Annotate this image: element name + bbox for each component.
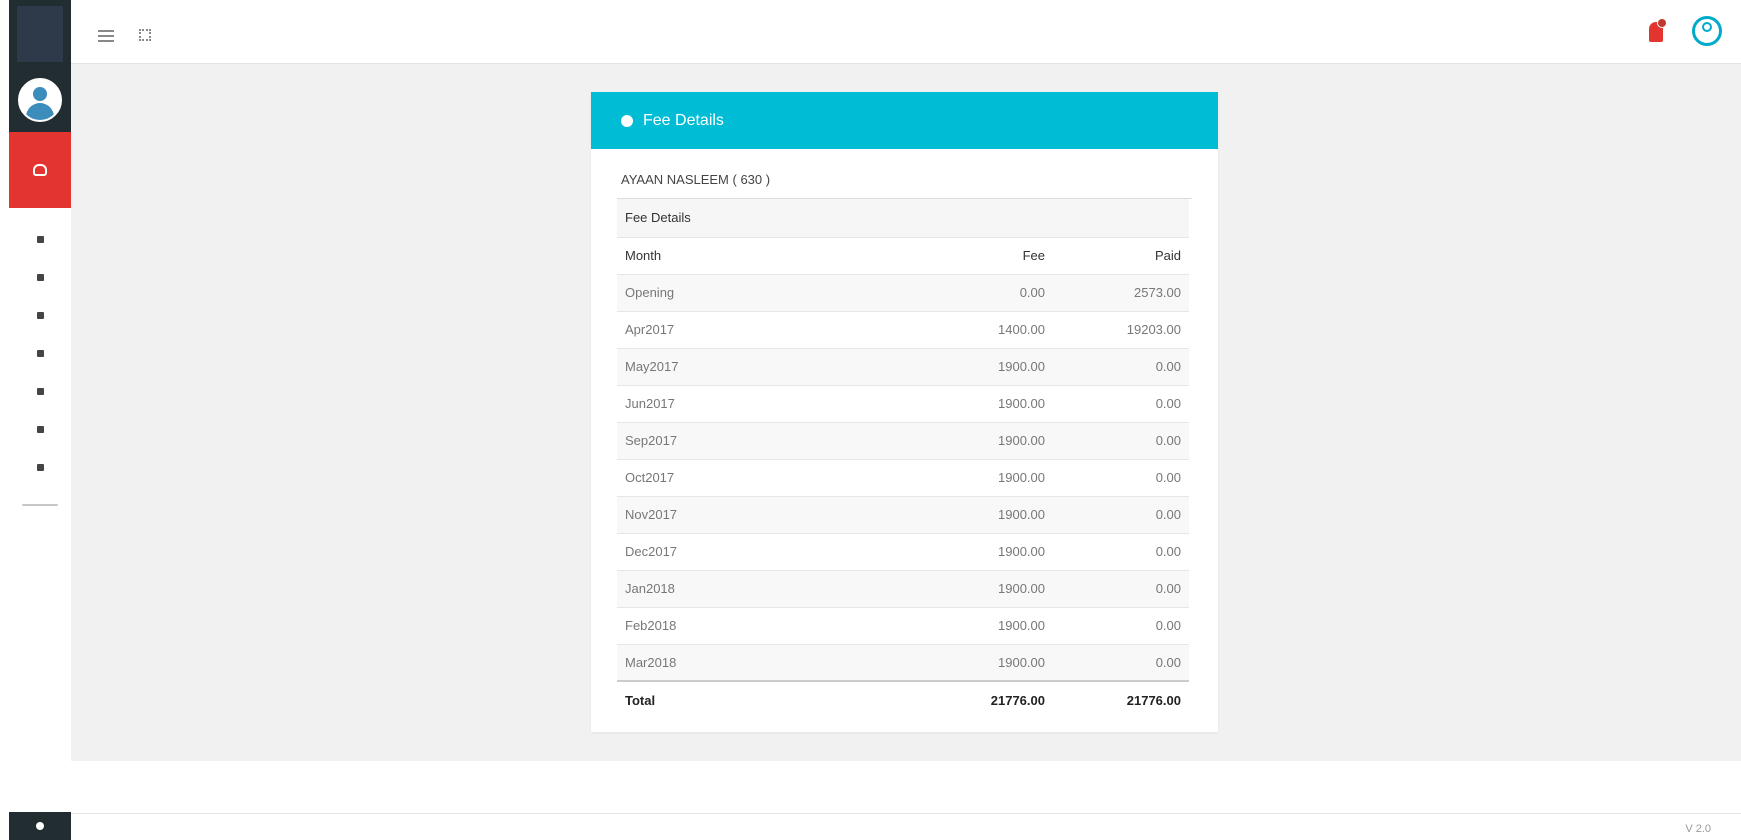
card-title: Fee Details xyxy=(643,111,724,129)
total-paid: 21776.00 xyxy=(1053,680,1189,718)
table-row: Opening 0.00 2573.00 xyxy=(617,274,1189,312)
cell-paid: 0.00 xyxy=(1053,570,1189,608)
fee-rows: Opening 0.00 2573.00 Apr2017 1400.00 19203.00… xyxy=(617,274,1189,682)
sidebar-item-7[interactable] xyxy=(9,448,71,486)
fee-details-card: Fee Details AYAAN NASLEEM ( 630 ) Fee De… xyxy=(591,92,1218,732)
cell-paid: 0.00 xyxy=(1053,607,1189,645)
main-content: Fee Details AYAAN NASLEEM ( 630 ) Fee De… xyxy=(71,64,1741,761)
cell-fee: 1900.00 xyxy=(917,459,1053,497)
cell-paid: 0.00 xyxy=(1053,385,1189,423)
logo-image xyxy=(17,6,63,62)
fee-table: Fee Details Month Fee Paid Opening 0.00 25… xyxy=(617,199,1189,718)
card-header: Fee Details xyxy=(591,92,1218,149)
cell-paid: 0.00 xyxy=(1053,348,1189,386)
cell-fee: 1900.00 xyxy=(917,422,1053,460)
cell-month: May2017 xyxy=(617,348,917,386)
cell-month: Feb2018 xyxy=(617,607,917,645)
sidebar-item-5[interactable] xyxy=(9,372,71,410)
cell-month: Opening xyxy=(617,274,917,312)
cell-fee: 1900.00 xyxy=(917,570,1053,608)
table-row: Sep2017 1900.00 0.00 xyxy=(617,422,1189,460)
list-icon xyxy=(36,311,44,319)
sidebar-user-panel[interactable] xyxy=(9,68,71,132)
footer: V 2.0 xyxy=(71,761,1741,840)
sidebar-logo[interactable] xyxy=(9,0,71,68)
version-label: V 2.0 xyxy=(1685,823,1711,835)
cell-paid: 0.00 xyxy=(1053,459,1189,497)
notification-badge xyxy=(1657,18,1667,28)
cell-fee: 1900.00 xyxy=(917,348,1053,386)
table-row: Mar2018 1900.00 0.00 xyxy=(617,644,1189,682)
sidebar-item-6[interactable] xyxy=(9,410,71,448)
total-row: Total 21776.00 21776.00 xyxy=(617,680,1189,718)
star-icon xyxy=(36,463,44,471)
sidebar-item-2[interactable] xyxy=(9,258,71,296)
table-row: Jun2017 1900.00 0.00 xyxy=(617,385,1189,423)
cell-fee: 1400.00 xyxy=(917,311,1053,349)
sidebar-menu xyxy=(9,220,71,524)
cell-month: Mar2018 xyxy=(617,644,917,682)
cell-month: Nov2017 xyxy=(617,496,917,534)
sidebar-item-3[interactable] xyxy=(9,296,71,334)
cell-fee: 1900.00 xyxy=(917,496,1053,534)
globe-icon xyxy=(36,387,44,395)
table-row: Oct2017 1900.00 0.00 xyxy=(617,459,1189,497)
table-row: Apr2017 1400.00 19203.00 xyxy=(617,311,1189,349)
total-label: Total xyxy=(617,680,917,718)
cell-fee: 1900.00 xyxy=(917,385,1053,423)
link-icon xyxy=(22,504,58,506)
cell-month: Jun2017 xyxy=(617,385,917,423)
cell-paid: 0.00 xyxy=(1053,644,1189,682)
sidebar xyxy=(9,0,71,840)
dashboard-icon xyxy=(33,164,47,176)
expand-icon[interactable] xyxy=(139,29,151,41)
section-label: Fee Details xyxy=(617,199,1189,238)
cell-fee: 0.00 xyxy=(917,274,1053,312)
info-circle-icon xyxy=(621,114,633,127)
cell-paid: 0.00 xyxy=(1053,496,1189,534)
cell-month: Sep2017 xyxy=(617,422,917,460)
cell-month: Jan2018 xyxy=(617,570,917,608)
cell-fee: 1900.00 xyxy=(917,533,1053,571)
column-header-paid: Paid xyxy=(1053,237,1189,275)
sidebar-item-1[interactable] xyxy=(9,220,71,258)
sidebar-item-active[interactable] xyxy=(9,132,71,208)
sidebar-settings[interactable] xyxy=(9,812,71,840)
cell-paid: 2573.00 xyxy=(1053,274,1189,312)
user-menu-avatar[interactable] xyxy=(1692,16,1722,46)
column-header-fee: Fee xyxy=(917,237,1053,275)
card-body: AYAAN NASLEEM ( 630 ) Fee Details Month … xyxy=(591,149,1218,718)
cell-paid: 0.00 xyxy=(1053,422,1189,460)
pin-icon xyxy=(36,273,44,281)
sidebar-item-8[interactable] xyxy=(9,486,71,524)
grid-icon xyxy=(36,349,44,357)
table-row: Nov2017 1900.00 0.00 xyxy=(617,496,1189,534)
footer-divider xyxy=(71,813,1741,814)
table-row: Dec2017 1900.00 0.00 xyxy=(617,533,1189,571)
chat-icon xyxy=(36,425,44,433)
column-header-month: Month xyxy=(617,237,917,275)
cell-month: Dec2017 xyxy=(617,533,917,571)
folder-icon xyxy=(36,235,44,243)
student-name: AYAAN NASLEEM ( 630 ) xyxy=(617,173,1192,199)
topbar xyxy=(71,0,1741,64)
table-row: Feb2018 1900.00 0.00 xyxy=(617,607,1189,645)
sidebar-item-4[interactable] xyxy=(9,334,71,372)
table-row: May2017 1900.00 0.00 xyxy=(617,348,1189,386)
cell-month: Apr2017 xyxy=(617,311,917,349)
cell-paid: 0.00 xyxy=(1053,533,1189,571)
total-fee: 21776.00 xyxy=(917,680,1053,718)
cell-fee: 1900.00 xyxy=(917,644,1053,682)
table-row: Jan2018 1900.00 0.00 xyxy=(617,570,1189,608)
hamburger-icon[interactable] xyxy=(98,30,114,42)
cell-fee: 1900.00 xyxy=(917,607,1053,645)
user-avatar-icon xyxy=(18,78,62,122)
cell-paid: 19203.00 xyxy=(1053,311,1189,349)
cell-month: Oct2017 xyxy=(617,459,917,497)
gear-icon xyxy=(36,822,44,830)
